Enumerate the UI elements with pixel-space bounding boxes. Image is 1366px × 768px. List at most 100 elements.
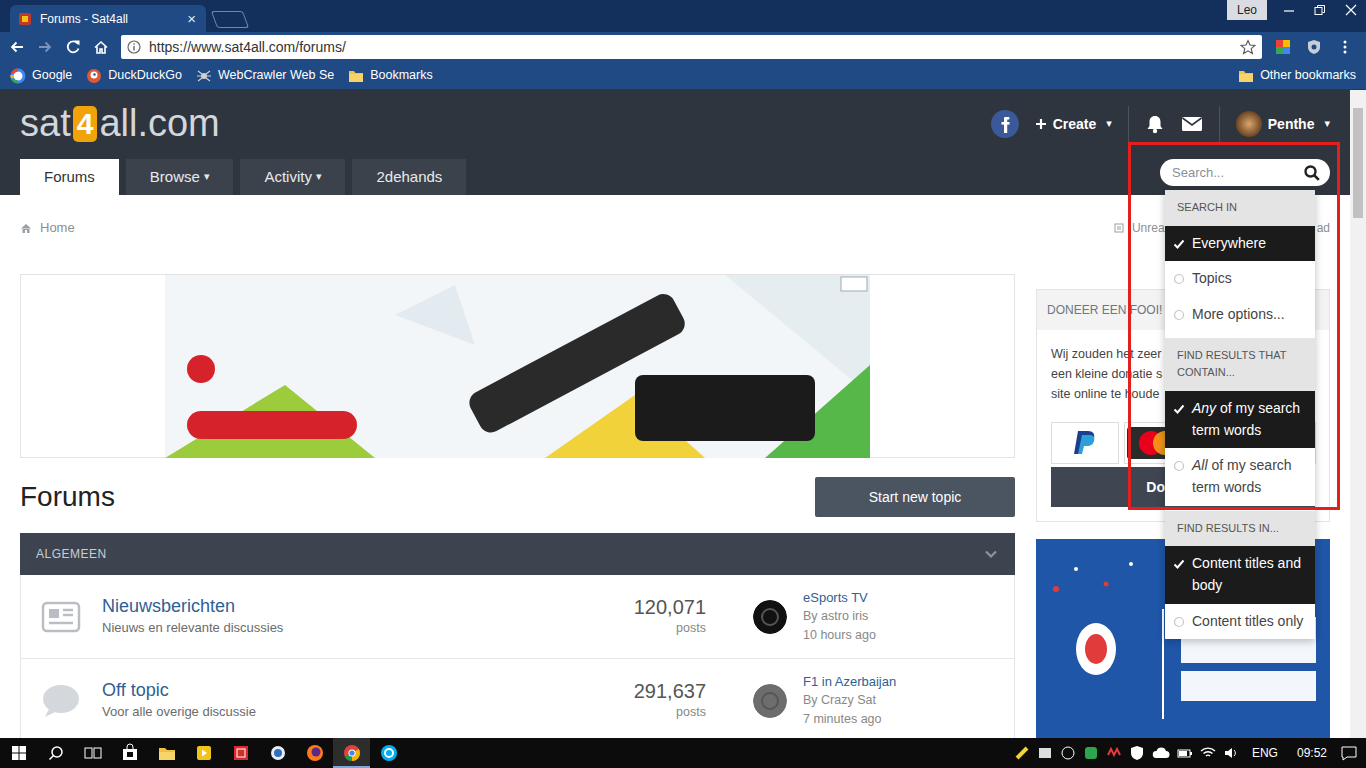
new-tab-button[interactable] — [211, 11, 249, 28]
reload-button[interactable] — [62, 36, 84, 58]
extension-icon[interactable] — [1275, 39, 1291, 55]
post-count: 291,637 — [606, 679, 706, 703]
windows-icon — [11, 745, 27, 761]
web-page: sat4all.com Create▾ Penthe▾ ForumsBrowse▾Ac… — [0, 90, 1366, 738]
tray-app-icon[interactable] — [1106, 745, 1122, 761]
language-indicator[interactable]: ENG — [1246, 744, 1284, 762]
ad-picture[interactable] — [165, 275, 870, 458]
menu-option[interactable]: Topics — [1165, 261, 1315, 297]
taskbar-app[interactable] — [185, 738, 222, 768]
bookmark-item[interactable]: Google — [10, 66, 72, 85]
volume-icon[interactable] — [1223, 745, 1239, 761]
menu-option[interactable]: Content titles only — [1165, 604, 1315, 640]
forum-title[interactable]: Off topic — [102, 679, 606, 702]
create-menu[interactable]: Create▾ — [1035, 114, 1112, 135]
url-text[interactable]: https://www.sat4all.com/forums/ — [149, 37, 1232, 58]
browser-tab[interactable]: Forums - Sat4all× — [10, 5, 206, 32]
onedrive-icon[interactable] — [1152, 745, 1170, 761]
bookmark-item[interactable]: Bookmarks — [348, 66, 433, 85]
bookmark-item[interactable]: WebCrawler Web Se — [196, 66, 334, 85]
poster-avatar-icon[interactable] — [753, 684, 787, 718]
nav-tab[interactable]: Forums — [20, 159, 119, 195]
menu-dots-icon[interactable] — [1337, 39, 1353, 55]
tray-app-icon[interactable] — [1083, 745, 1099, 761]
nav-tab[interactable]: Activity▾ — [240, 159, 345, 195]
breadcrumb-home[interactable]: Home — [20, 218, 75, 238]
task-view-button[interactable] — [74, 738, 111, 768]
bell-icon[interactable] — [1145, 114, 1165, 134]
last-post: eSports TVBy astro iris10 hours ago — [753, 589, 994, 643]
notifications-icon[interactable] — [1340, 745, 1358, 761]
search-box — [1160, 159, 1330, 186]
pen-icon[interactable] — [1014, 745, 1030, 761]
taskbar-app[interactable] — [222, 738, 259, 768]
search-button[interactable] — [37, 738, 74, 768]
taskbar-app[interactable] — [370, 738, 407, 768]
other-bookmarks-label: Other bookmarks — [1260, 66, 1356, 85]
option-emphasis: All — [1192, 457, 1208, 473]
address-bar[interactable]: https://www.sat4all.com/forums/ — [121, 35, 1262, 59]
facebook-icon[interactable] — [991, 110, 1019, 138]
forward-button[interactable] — [34, 36, 56, 58]
favicon-icon — [18, 12, 32, 26]
taskbar-app[interactable] — [148, 738, 185, 768]
minimize-button[interactable] — [1273, 0, 1304, 20]
nav-tab[interactable]: 2dehands — [352, 159, 466, 195]
last-post-title[interactable]: eSports TV — [803, 589, 876, 607]
check-icon — [1173, 238, 1185, 250]
forum-stats: 291,637posts — [606, 679, 706, 722]
restore-button[interactable] — [1304, 0, 1335, 20]
site-info-icon[interactable] — [127, 40, 141, 54]
menu-option[interactable]: Any of my search term words — [1165, 391, 1315, 448]
menu-option[interactable]: More options... — [1165, 297, 1315, 333]
forum-row[interactable]: NieuwsberichtenNieuws en relevante discu… — [20, 575, 1015, 659]
defender-icon[interactable] — [1129, 745, 1145, 761]
site-logo[interactable]: sat4all.com — [20, 103, 220, 145]
start-button[interactable] — [0, 738, 37, 768]
menu-option[interactable]: Everywhere — [1165, 226, 1315, 262]
taskbar-app[interactable] — [296, 738, 333, 768]
breadcrumb-link[interactable]: Unrea — [1132, 219, 1165, 237]
battery-icon[interactable] — [1177, 745, 1193, 761]
caret-icon: ▾ — [1324, 116, 1330, 133]
nav-tab[interactable]: Browse▾ — [126, 159, 234, 195]
last-post-author[interactable]: By Crazy Sat — [803, 691, 896, 709]
close-window-button[interactable] — [1335, 0, 1366, 20]
menu-option[interactable]: Content titles and body — [1165, 546, 1315, 603]
wifi-icon[interactable] — [1200, 745, 1216, 761]
other-bookmarks[interactable]: Other bookmarks — [1238, 66, 1356, 85]
user-menu[interactable]: Penthe▾ — [1236, 111, 1330, 137]
tray-app-icon[interactable] — [1037, 745, 1053, 761]
category-bar[interactable]: ALGEMEEN — [20, 533, 1015, 575]
back-button[interactable] — [6, 36, 28, 58]
forum-title[interactable]: Nieuwsberichten — [102, 595, 606, 618]
ad-banner[interactable] — [20, 274, 1015, 458]
scrollbar-thumb[interactable] — [1353, 108, 1363, 218]
home-button[interactable] — [90, 36, 112, 58]
chevron-icon[interactable] — [983, 546, 999, 562]
breadcrumb-link[interactable]: ad — [1317, 219, 1330, 237]
tab-close-button[interactable]: × — [185, 11, 198, 26]
task-view-icon — [84, 745, 102, 761]
bookmark-item[interactable]: DuckDuckGo — [86, 66, 182, 85]
envelope-icon[interactable] — [1181, 114, 1203, 134]
shield-extension-icon[interactable] — [1306, 39, 1322, 55]
new-topic-button[interactable]: Start new topic — [815, 477, 1015, 517]
check-icon — [1173, 558, 1185, 570]
profile-button[interactable]: Leo — [1227, 0, 1267, 20]
page-scrollbar[interactable] — [1350, 90, 1366, 738]
last-post-title[interactable]: F1 in Azerbaijan — [803, 673, 896, 691]
last-post-author[interactable]: By astro iris — [803, 607, 876, 625]
forum-main: ForumsStart new topicALGEMEENNieuwsberic… — [20, 274, 1015, 738]
menu-option[interactable]: All of my search term words — [1165, 448, 1315, 505]
clock[interactable]: 09:52 — [1291, 744, 1333, 762]
last-post-time: 10 hours ago — [803, 626, 876, 644]
taskbar-app[interactable] — [111, 738, 148, 768]
bookmark-star-icon[interactable] — [1240, 39, 1256, 55]
tray-app-icon[interactable] — [1060, 745, 1076, 761]
taskbar-app[interactable] — [259, 738, 296, 768]
taskbar-app[interactable] — [333, 738, 370, 768]
poster-avatar-icon[interactable] — [753, 600, 787, 634]
forum-row[interactable]: Off topicVoor alle overige discussie291,… — [20, 659, 1015, 738]
search-icon[interactable] — [1304, 165, 1320, 181]
